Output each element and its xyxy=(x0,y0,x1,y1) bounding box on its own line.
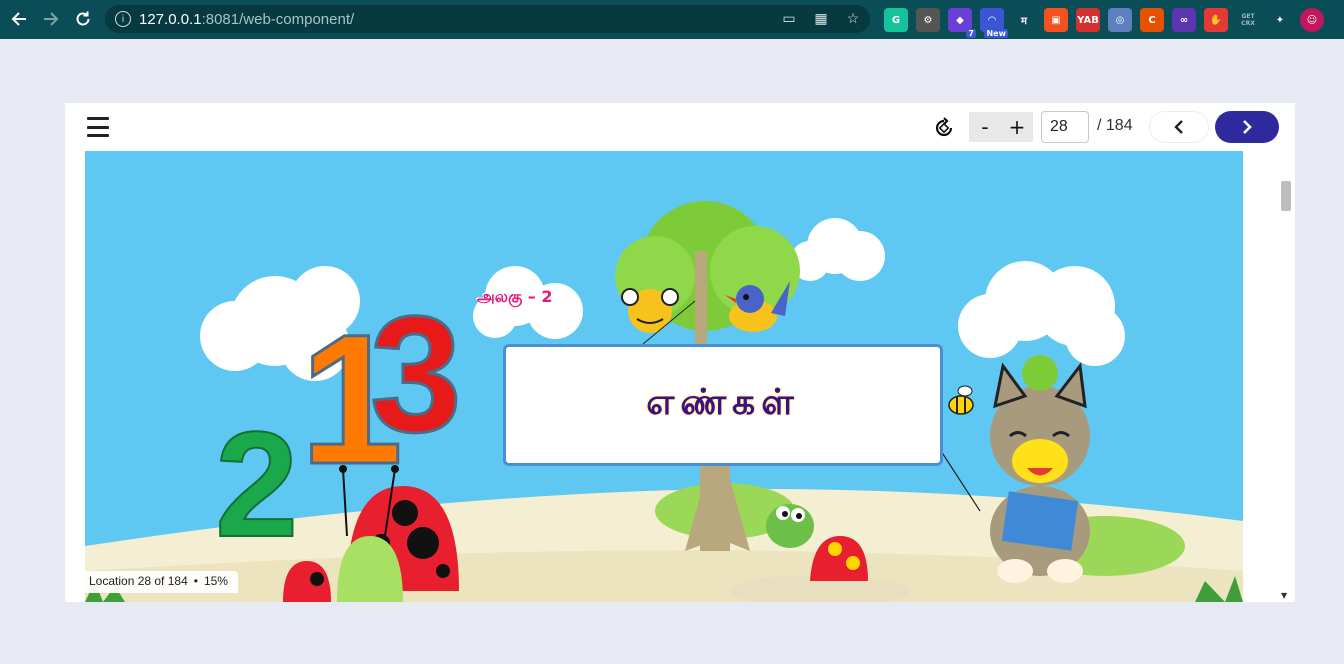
grammarly-icon-glyph: G xyxy=(891,14,901,26)
cat-reading xyxy=(990,355,1090,583)
yab-ext-icon[interactable]: YAB xyxy=(1076,8,1100,32)
page-number-input[interactable] xyxy=(1041,111,1089,143)
scroll-down-arrow[interactable]: ▼ xyxy=(1281,591,1287,600)
chapter-title: எண்கள் xyxy=(646,382,800,423)
purple-ext-icon[interactable]: ◆ 7 xyxy=(948,8,976,38)
reload-icon[interactable] xyxy=(67,3,99,35)
getcrx-ext-icon-glyph: GET CRX xyxy=(1241,13,1255,27)
gear-ext-icon-glyph: ⚙ xyxy=(923,14,933,26)
rainbow-ext-icon[interactable]: ◠ New xyxy=(980,8,1008,38)
svg-text:3: 3 xyxy=(370,282,462,466)
hand-ext-icon-glyph: ✋ xyxy=(1209,14,1223,26)
link-ext-icon-glyph: ∞ xyxy=(1179,14,1189,26)
svg-text:2: 2 xyxy=(215,400,298,568)
puzzle-icon-glyph: ✦ xyxy=(1275,14,1285,26)
orange-ext-icon[interactable]: ▣ xyxy=(1044,8,1068,32)
url-path: :8081/web-component/ xyxy=(201,10,355,28)
grammarly-icon[interactable]: G xyxy=(884,8,908,32)
bookmark-star-icon[interactable]: ☆ xyxy=(844,9,862,27)
circle-ext-icon[interactable]: ◎ xyxy=(1108,8,1132,32)
site-info-icon[interactable]: i xyxy=(115,11,131,27)
purple-ext-icon-glyph: ◆ xyxy=(956,14,964,26)
progress-percent: 15% xyxy=(203,574,228,588)
bee xyxy=(948,385,974,415)
cloud-top xyxy=(790,218,885,281)
browser-toolbar: i 127.0.0.1:8081/web-component/ ▭ ▦ ☆ G ⚙… xyxy=(0,0,1344,39)
unit-label: அலகு – 2 xyxy=(477,287,553,306)
scroll-thumb[interactable] xyxy=(1281,181,1291,211)
qr-icon[interactable]: ▦ xyxy=(812,9,830,27)
back-icon[interactable] xyxy=(3,3,35,35)
orange-ext-icon-glyph: ▣ xyxy=(1051,14,1061,26)
reader-toolbar: - + / 184 xyxy=(65,103,1295,151)
yab-ext-icon-glyph: YAB xyxy=(1077,14,1099,26)
previous-page-button[interactable] xyxy=(1149,111,1209,143)
zoom-out-button[interactable]: - xyxy=(969,112,1001,142)
location-status: Location 28 of 184 • 15% xyxy=(85,571,238,593)
next-page-button[interactable] xyxy=(1215,111,1279,143)
forward-icon[interactable] xyxy=(35,3,67,35)
zoom-controls: - + xyxy=(969,112,1033,142)
profile-avatar-glyph: ☺ xyxy=(1306,14,1318,26)
chapter-title-banner: எண்கள் xyxy=(503,344,943,466)
location-text: Location 28 of 184 xyxy=(89,574,188,588)
extensions-bar: G ⚙ ◆ 7 ◠ New म ▣ YAB ◎ C ∞ ✋ GET CRX ✦ ☺ xyxy=(884,8,1324,38)
page-total: / 184 xyxy=(1097,117,1133,134)
link-ext-icon[interactable]: ∞ xyxy=(1172,8,1196,32)
tiger-cub xyxy=(621,288,679,333)
page-scrollbar[interactable]: ▼ xyxy=(1277,151,1295,602)
rotate-icon[interactable] xyxy=(931,115,957,141)
purple-ext-icon-badge: 7 xyxy=(966,29,976,38)
zoom-in-button[interactable]: + xyxy=(1001,112,1033,142)
hindi-ext-icon-glyph: म xyxy=(1021,16,1027,27)
puzzle-icon[interactable]: ✦ xyxy=(1268,8,1292,32)
hand-ext-icon[interactable]: ✋ xyxy=(1204,8,1228,32)
cloud-right xyxy=(958,261,1125,366)
url-host: 127.0.0.1 xyxy=(139,10,202,28)
rainbow-ext-icon-badge: New xyxy=(984,29,1008,38)
book-page: 2 1 3 அலகு – 2 எண்கள் Location 28 of 184… xyxy=(85,151,1243,602)
cast-icon[interactable]: ▭ xyxy=(780,9,798,27)
status-separator: • xyxy=(193,574,198,588)
c-ext-icon[interactable]: C xyxy=(1140,8,1164,32)
address-bar[interactable]: i 127.0.0.1:8081/web-component/ ▭ ▦ ☆ xyxy=(105,5,870,33)
ebook-reader: - + / 184 xyxy=(65,103,1295,602)
c-ext-icon-glyph: C xyxy=(1148,14,1156,26)
getcrx-ext-icon[interactable]: GET CRX xyxy=(1236,8,1260,32)
rainbow-ext-icon-glyph: ◠ xyxy=(988,14,996,26)
menu-icon[interactable] xyxy=(87,117,109,137)
hindi-ext-icon[interactable]: म xyxy=(1012,8,1036,32)
gear-ext-icon[interactable]: ⚙ xyxy=(916,8,940,32)
profile-avatar[interactable]: ☺ xyxy=(1300,8,1324,32)
circle-ext-icon-glyph: ◎ xyxy=(1115,14,1125,26)
